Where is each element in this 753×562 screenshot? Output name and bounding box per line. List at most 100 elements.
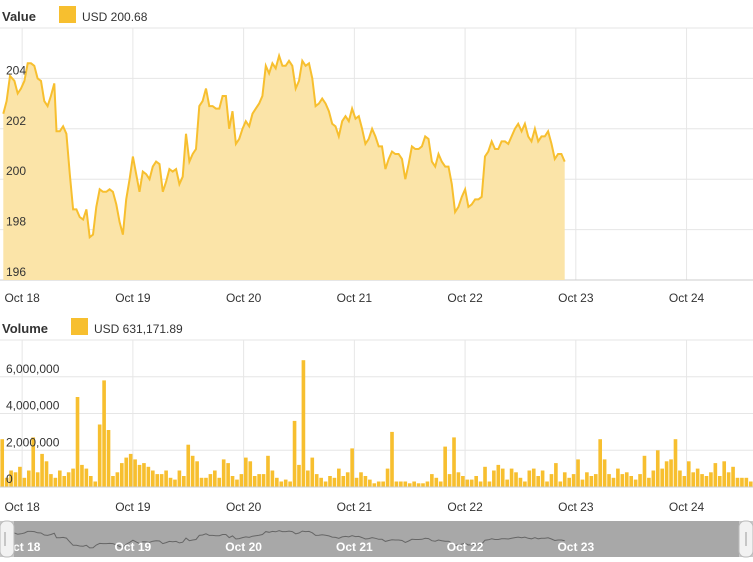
volume-bar[interactable] bbox=[633, 479, 638, 487]
volume-bar[interactable] bbox=[279, 481, 284, 488]
volume-bar[interactable] bbox=[576, 459, 580, 487]
volume-bar[interactable] bbox=[146, 466, 151, 487]
volume-bar[interactable] bbox=[474, 476, 478, 487]
volume-bar[interactable] bbox=[562, 472, 567, 487]
volume-bar[interactable] bbox=[306, 470, 310, 488]
volume-bar[interactable] bbox=[372, 483, 377, 487]
volume-bar[interactable] bbox=[155, 474, 160, 487]
volume-bar[interactable] bbox=[655, 450, 660, 488]
volume-bar[interactable] bbox=[447, 474, 452, 487]
volume-bar[interactable] bbox=[319, 477, 323, 487]
volume-bar[interactable] bbox=[669, 459, 673, 487]
volume-bar[interactable] bbox=[363, 476, 368, 487]
volume-bar[interactable] bbox=[337, 468, 341, 487]
volume-bar[interactable] bbox=[713, 463, 718, 487]
volume-bar[interactable] bbox=[354, 477, 359, 487]
volume-bar[interactable] bbox=[443, 446, 447, 487]
volume-bar[interactable] bbox=[124, 457, 129, 487]
volume-bar[interactable] bbox=[18, 466, 22, 487]
volume-bar[interactable] bbox=[257, 474, 261, 487]
volume-bar[interactable] bbox=[71, 468, 75, 487]
volume-bar[interactable] bbox=[26, 470, 31, 488]
volume-legend-label[interactable]: USD 631,171.89 bbox=[94, 322, 183, 336]
volume-bar[interactable] bbox=[345, 472, 350, 487]
volume-bar[interactable] bbox=[700, 474, 704, 487]
volume-bar[interactable] bbox=[505, 479, 509, 487]
volume-bar[interactable] bbox=[602, 459, 607, 487]
volume-bar[interactable] bbox=[465, 479, 470, 487]
volume-bar[interactable] bbox=[722, 461, 727, 487]
volume-bar[interactable] bbox=[616, 468, 620, 487]
volume-bar[interactable] bbox=[407, 483, 412, 487]
volume-bar[interactable] bbox=[629, 476, 634, 487]
volume-bar[interactable] bbox=[221, 459, 226, 487]
volume-bar[interactable] bbox=[469, 479, 474, 487]
volume-bar[interactable] bbox=[244, 457, 248, 487]
volume-bar[interactable] bbox=[695, 468, 700, 487]
volume-bar[interactable] bbox=[275, 477, 279, 487]
volume-bar[interactable] bbox=[647, 477, 651, 487]
volume-bar[interactable] bbox=[607, 474, 611, 487]
volume-bar[interactable] bbox=[111, 476, 115, 487]
volume-bar[interactable] bbox=[385, 468, 390, 487]
volume-bar[interactable] bbox=[456, 472, 461, 487]
volume-bar[interactable] bbox=[341, 476, 346, 487]
volume-bar[interactable] bbox=[744, 477, 749, 487]
volume-bar[interactable] bbox=[678, 470, 682, 488]
volume-bar[interactable] bbox=[75, 397, 80, 487]
volume-bar[interactable] bbox=[173, 479, 177, 487]
volume-bar[interactable] bbox=[496, 464, 501, 487]
volume-bar[interactable] bbox=[483, 466, 487, 487]
volume-bar[interactable] bbox=[611, 477, 616, 487]
volume-bar[interactable] bbox=[434, 477, 439, 487]
volume-bar[interactable] bbox=[204, 477, 208, 487]
volume-bar[interactable] bbox=[709, 472, 713, 487]
volume-bar[interactable] bbox=[44, 461, 49, 487]
volume-bar[interactable] bbox=[261, 474, 266, 487]
volume-bar[interactable] bbox=[314, 474, 319, 487]
volume-bar[interactable] bbox=[589, 476, 594, 487]
volume-bar[interactable] bbox=[159, 474, 164, 487]
volume-bar[interactable] bbox=[394, 481, 399, 488]
navigator[interactable]: Oct 18 Oct 19 Oct 20 Oct 21 Oct 22 Oct 23 bbox=[0, 520, 753, 558]
volume-bar[interactable] bbox=[270, 470, 275, 488]
volume-bar[interactable] bbox=[182, 476, 186, 487]
volume-bar[interactable] bbox=[328, 476, 332, 487]
volume-bar[interactable] bbox=[323, 481, 328, 488]
volume-bar[interactable] bbox=[102, 380, 106, 487]
volume-bar[interactable] bbox=[151, 470, 155, 488]
volume-bar[interactable] bbox=[142, 463, 146, 487]
volume-bar[interactable] bbox=[106, 430, 111, 487]
volume-bar[interactable] bbox=[359, 472, 363, 487]
volume-bar[interactable] bbox=[80, 464, 84, 487]
volume-bar[interactable] bbox=[461, 476, 465, 487]
volume-bar[interactable] bbox=[168, 477, 173, 487]
volume-bar[interactable] bbox=[514, 472, 518, 487]
volume-bar[interactable] bbox=[97, 424, 102, 488]
volume-bar[interactable] bbox=[297, 464, 301, 487]
value-legend-label[interactable]: USD 200.68 bbox=[82, 10, 148, 24]
navigator-left-handle[interactable] bbox=[0, 520, 15, 558]
volume-bar[interactable] bbox=[53, 477, 58, 487]
volume-bar[interactable] bbox=[266, 455, 270, 487]
volume-bar[interactable] bbox=[62, 476, 67, 487]
volume-bar[interactable] bbox=[660, 468, 665, 487]
volume-bar[interactable] bbox=[430, 474, 434, 487]
volume-bar[interactable] bbox=[399, 481, 403, 488]
volume-bar[interactable] bbox=[651, 470, 656, 488]
volume-bar[interactable] bbox=[536, 476, 540, 487]
volume-bar[interactable] bbox=[509, 468, 514, 487]
volume-bar[interactable] bbox=[624, 472, 629, 487]
volume-bar[interactable] bbox=[195, 461, 199, 487]
value-legend-swatch[interactable] bbox=[59, 6, 76, 23]
volume-bar[interactable] bbox=[735, 477, 740, 487]
volume-bar[interactable] bbox=[66, 472, 71, 487]
volume-bar[interactable] bbox=[217, 477, 222, 487]
volume-bar[interactable] bbox=[682, 476, 687, 487]
volume-bar[interactable] bbox=[239, 474, 244, 487]
volume-bar[interactable] bbox=[213, 470, 217, 488]
volume-bar[interactable] bbox=[199, 477, 204, 487]
volume-bar[interactable] bbox=[376, 481, 381, 488]
volume-bar[interactable] bbox=[0, 439, 5, 487]
volume-bar[interactable] bbox=[531, 468, 536, 487]
